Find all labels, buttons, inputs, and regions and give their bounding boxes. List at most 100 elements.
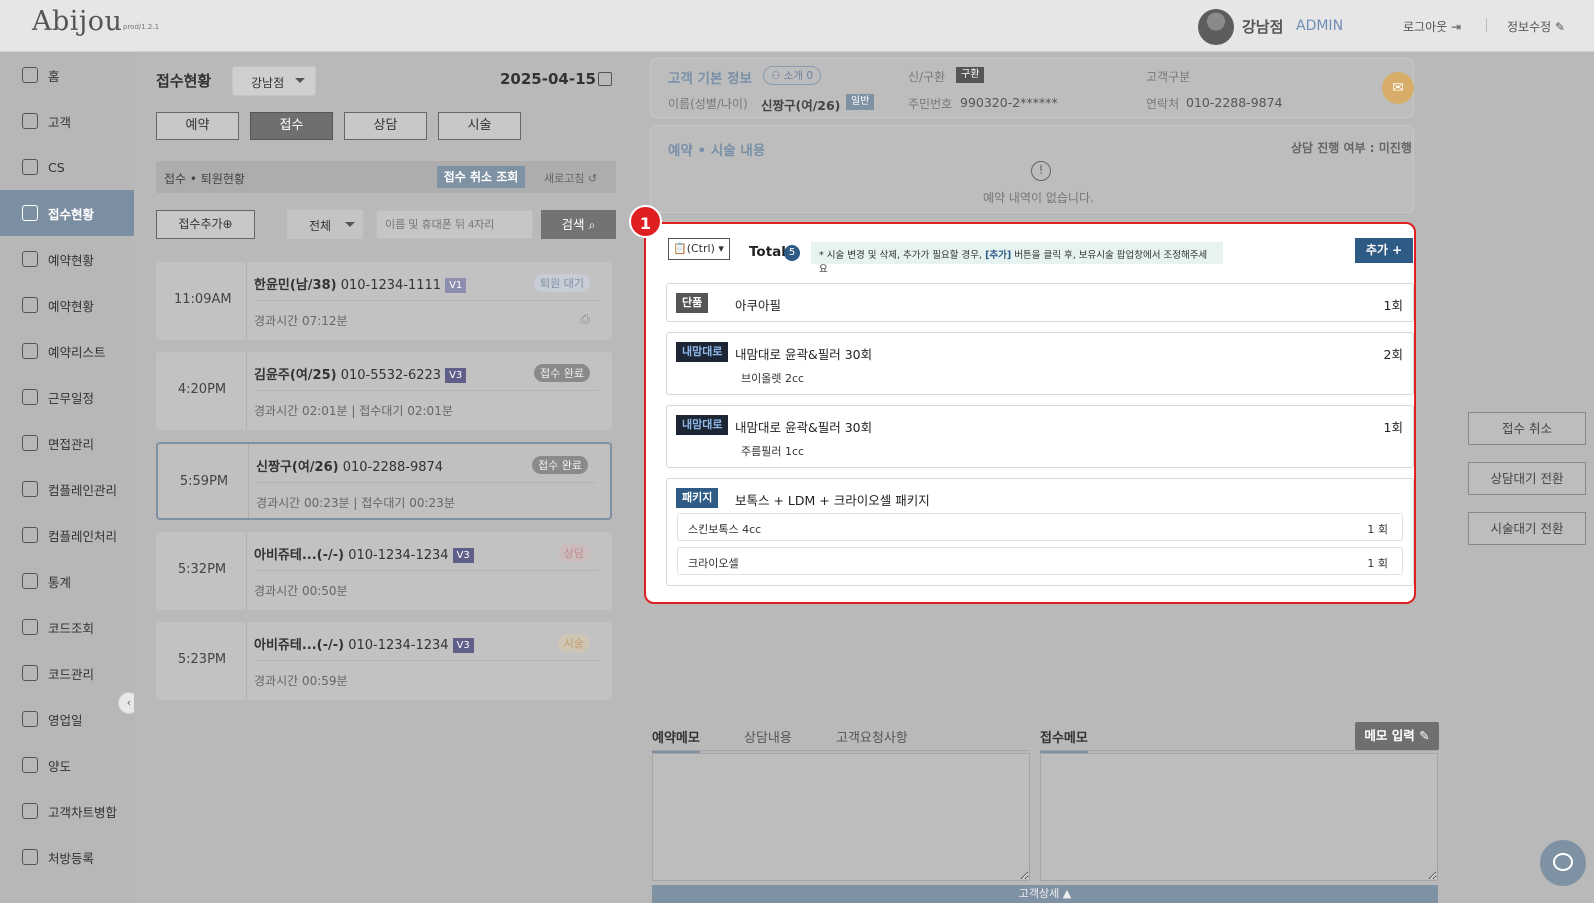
- calendar-icon[interactable]: [598, 72, 612, 86]
- procedure-count: 1회: [1383, 420, 1403, 435]
- procedure-option: 브이올렛 2cc: [741, 372, 805, 385]
- sidebar-item-complaint-manage[interactable]: 컴플레인관리: [0, 466, 134, 512]
- filter-select[interactable]: 전체: [287, 210, 363, 239]
- transfer-icon: [22, 757, 38, 773]
- app-logo[interactable]: Abijou: [32, 6, 122, 37]
- add-procedure-button[interactable]: 추가 +: [1355, 238, 1413, 263]
- reception-card[interactable]: 11:09AM 한윤민(남/38) 010-1234-1111 V1 퇴원 대기 …: [156, 262, 612, 340]
- procedure-item[interactable]: 내맘대로 내맘대로 윤곽&필러 30회 1회 주름필러 1cc: [666, 405, 1414, 468]
- package-sub-item[interactable]: 크라이오셀 1 회: [677, 547, 1403, 575]
- procedure-package[interactable]: 패키지 보톡스 + LDM + 크라이오셀 패키지 스킨보톡스 4cc 1 회 크…: [666, 478, 1414, 586]
- sidebar-item-chart-merge[interactable]: 고객차트병합: [0, 788, 134, 834]
- sidebar-item-reservation-status[interactable]: 예약현황: [0, 236, 134, 282]
- total-label: Total: [749, 244, 786, 260]
- search-label: 검색: [561, 217, 585, 232]
- sidebar-item-prescription[interactable]: 처방등록: [0, 834, 134, 880]
- print-icon[interactable]: ⎙: [580, 312, 590, 327]
- sidebar-item-cs[interactable]: CS: [0, 144, 134, 190]
- notice-link: [추가]: [985, 250, 1012, 261]
- switch-procedure-wait-button[interactable]: 시술대기 전환: [1468, 512, 1586, 545]
- users-icon: [22, 113, 38, 129]
- card-rule: [254, 390, 598, 391]
- card-name: 한윤민(남/38): [254, 278, 337, 293]
- visit-badge: V3: [452, 638, 474, 653]
- tab-consult-content[interactable]: 상담내용: [744, 727, 792, 746]
- sidebar-item-label: CS: [48, 159, 65, 175]
- chat-button[interactable]: [1540, 840, 1586, 886]
- sidebar-item-code-lookup[interactable]: 코드조회: [0, 604, 134, 650]
- name-label: 이름(성별/나이): [668, 97, 748, 111]
- card-divider: [246, 622, 247, 700]
- sidebar-item-business-day[interactable]: 영업일: [0, 696, 134, 742]
- calendar-lock-icon: [22, 297, 38, 313]
- memo-input-button[interactable]: 메모 입력 ✎: [1355, 722, 1439, 750]
- card-phone: 010-1234-1234: [348, 548, 449, 563]
- avatar[interactable]: [1198, 9, 1234, 45]
- logout-link[interactable]: 로그아웃 ⇥: [1403, 18, 1461, 35]
- sidebar-item-label: 양도: [48, 758, 72, 774]
- tab-reception[interactable]: 접수: [250, 112, 333, 140]
- reception-icon: [22, 205, 38, 221]
- sub-item-count: 1 회: [1367, 523, 1388, 536]
- card-customer: 아비쥬테...(-/-) 010-1234-1234 V3: [254, 544, 474, 563]
- search-button[interactable]: 검색 ⌕: [541, 210, 616, 239]
- switch-consult-wait-button[interactable]: 상담대기 전환: [1468, 462, 1586, 495]
- page-title: 접수현황: [156, 72, 212, 90]
- list-icon: [22, 343, 38, 359]
- message-icon[interactable]: ✉: [1382, 72, 1414, 104]
- sidebar-item-reception[interactable]: 접수현황: [0, 190, 134, 236]
- sidebar-item-schedule[interactable]: 근무일정: [0, 374, 134, 420]
- sidebar-item-label: 처방등록: [48, 850, 95, 866]
- package-sub-item[interactable]: 스킨보톡스 4cc 1 회: [677, 513, 1403, 541]
- info-icon: !: [1031, 161, 1051, 181]
- sidebar-item-home[interactable]: 홈: [0, 52, 134, 98]
- refresh-button[interactable]: 새로고침 ↺: [544, 170, 597, 186]
- total-count: 5: [784, 245, 800, 261]
- card-customer: 김윤주(여/25) 010-5532-6223 V3: [254, 364, 467, 383]
- add-reception-button[interactable]: 접수추가⊕: [156, 210, 255, 239]
- reception-card[interactable]: 5:32PM 아비쥬테...(-/-) 010-1234-1234 V3 상담 경…: [156, 532, 612, 610]
- logout-icon: ⇥: [1451, 20, 1462, 34]
- reception-memo-textarea[interactable]: [1040, 753, 1438, 881]
- sidebar-item-statistics[interactable]: 통계: [0, 558, 134, 604]
- refresh-label: 새로고침: [544, 172, 585, 185]
- search-input[interactable]: [376, 210, 533, 239]
- sidebar-item-transfer[interactable]: 양도: [0, 742, 134, 788]
- code-icon: [22, 619, 38, 635]
- sub-item-name: 스킨보톡스 4cc: [688, 523, 762, 536]
- cancel-reception-button[interactable]: 접수 취소: [1468, 412, 1586, 445]
- filter-value: 전체: [309, 219, 332, 233]
- sidebar-item-customer[interactable]: 고객: [0, 98, 134, 144]
- sidebar-item-code-manage[interactable]: 코드관리: [0, 650, 134, 696]
- edit-info-link[interactable]: 정보수정 ✎: [1507, 18, 1565, 35]
- status-label: 접수 • 퇴원현황: [164, 172, 245, 186]
- procedure-item[interactable]: 단품 아쿠아필 1회: [666, 283, 1414, 322]
- intro-badge[interactable]: ⚇ 소개 0: [763, 66, 822, 85]
- customer-detail-toggle[interactable]: 고객상세 ▲: [652, 885, 1438, 903]
- tab-reservation[interactable]: 예약: [156, 112, 239, 140]
- sidebar-item-interview[interactable]: 면접관리: [0, 420, 134, 466]
- sidebar-item-complaint-handle[interactable]: 컴플레인처리: [0, 512, 134, 558]
- clipboard-icon: 📋: [673, 242, 687, 255]
- card-time: 5:32PM: [177, 562, 227, 577]
- sidebar-item-reservation-list[interactable]: 예약리스트: [0, 328, 134, 374]
- branch-select[interactable]: 강남점: [232, 66, 316, 96]
- caret-down-icon: [345, 222, 355, 232]
- reception-card[interactable]: 4:20PM 김윤주(여/25) 010-5532-6223 V3 접수 완료 경…: [156, 352, 612, 430]
- cancel-lookup-button[interactable]: 접수 취소 조회: [437, 166, 525, 188]
- date-display[interactable]: 2025-04-15: [500, 70, 596, 88]
- reception-card[interactable]: 5:23PM 아비쥬테...(-/-) 010-1234-1234 V3 시술 경…: [156, 622, 612, 700]
- procedure-name: 아쿠아필: [735, 298, 782, 313]
- card-name: 아비쥬테...(-/-): [254, 548, 345, 563]
- reservation-memo-textarea[interactable]: [652, 753, 1030, 881]
- procedure-item[interactable]: 내맘대로 내맘대로 윤곽&필러 30회 2회 브이올렛 2cc: [666, 332, 1414, 395]
- sidebar-item-label: 근무일정: [48, 390, 95, 406]
- tab-procedure[interactable]: 시술: [438, 112, 521, 140]
- paste-options-button[interactable]: 📋(Ctrl) ▾: [668, 238, 730, 260]
- reception-card-selected[interactable]: 5:59PM 신짱구(여/26) 010-2288-9874 접수 완료 경과시…: [156, 442, 612, 520]
- tab-consult[interactable]: 상담: [344, 112, 427, 140]
- tab-customer-request[interactable]: 고객요청사항: [836, 727, 908, 746]
- status-badge: 접수 완료: [532, 456, 588, 474]
- customer-name: 신짱구(여/26): [761, 98, 841, 113]
- sidebar-item-reservation-status-2[interactable]: 예약현황: [0, 282, 134, 328]
